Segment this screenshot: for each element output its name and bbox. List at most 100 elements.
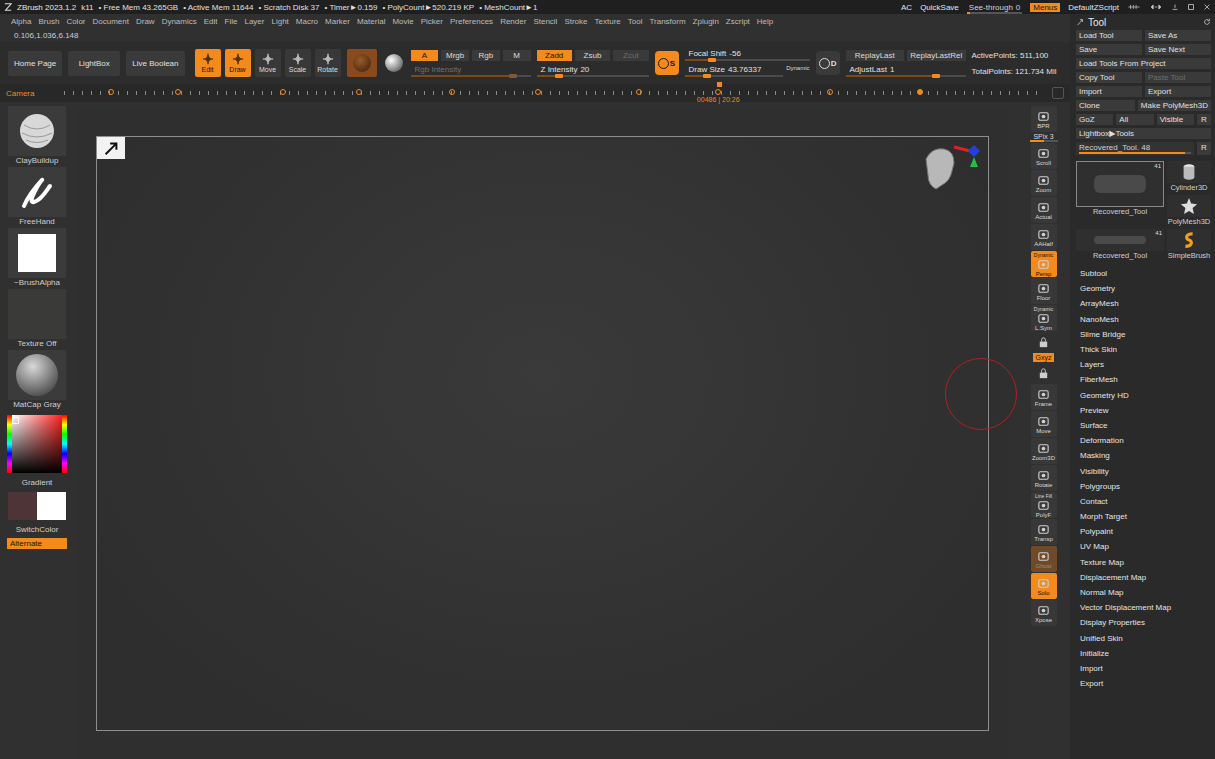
tool-menu-item[interactable]: Vector Displacement Map (1080, 600, 1211, 615)
nav-button[interactable]: Live Boolean (126, 51, 184, 76)
menu-item[interactable]: Brush (38, 17, 59, 26)
tool-menu-item[interactable]: Layers (1080, 357, 1211, 372)
slider[interactable]: Z Intensity20 (537, 65, 649, 77)
tool-button[interactable]: Lightbox▶Tools (1076, 128, 1211, 139)
shelf-button[interactable]: Zoom (1031, 170, 1057, 196)
tool-thumbnail[interactable]: Cylinder3D (1167, 161, 1211, 192)
keyframe[interactable] (175, 89, 181, 95)
keyframe[interactable] (827, 89, 833, 95)
tool-menu-item[interactable]: NanoMesh (1080, 312, 1211, 327)
menu-item[interactable]: Layer (244, 17, 264, 26)
tool-pin-icon[interactable] (1076, 18, 1084, 26)
menu-item[interactable]: Tool (628, 17, 643, 26)
alternate-toggle[interactable]: Alternate (7, 538, 67, 549)
color-swatch[interactable] (37, 492, 66, 520)
z-mode[interactable]: Zsub (575, 50, 610, 61)
sphere-icon[interactable] (383, 49, 405, 77)
alpha-button[interactable]: ~BrushAlpha (8, 228, 66, 287)
tool-button[interactable]: Load Tools From Project (1076, 58, 1211, 69)
tool-menu-item[interactable]: Visibility (1080, 463, 1211, 478)
stroke-button[interactable]: FreeHand (8, 167, 66, 226)
keyframe[interactable] (449, 89, 455, 95)
tool-thumbnail[interactable]: 41 Recovered_Tool (1076, 229, 1164, 260)
color-mode[interactable]: A (411, 50, 439, 61)
nav-button[interactable]: LightBox (68, 51, 120, 76)
z-mode[interactable]: Zcut (613, 50, 648, 61)
material-swatch[interactable] (347, 49, 377, 77)
menu-item[interactable]: Zplugin (693, 17, 719, 26)
keyframe[interactable] (356, 89, 362, 95)
tool-menu-item[interactable]: Slime Bridge (1080, 327, 1211, 342)
shelf-button[interactable]: Xpose (1031, 600, 1057, 626)
shelf-button[interactable]: Floor (1031, 278, 1057, 304)
keyframe[interactable] (280, 89, 286, 95)
tool-button[interactable]: Load Tool (1076, 30, 1142, 41)
timeline-end[interactable] (1052, 87, 1064, 99)
shelf-button[interactable]: Dynamic Persp (1031, 251, 1057, 277)
tool-menu-item[interactable]: Preview (1080, 403, 1211, 418)
tool-menu-item[interactable]: Morph Target (1080, 509, 1211, 524)
canvas[interactable] (96, 136, 989, 731)
tool-thumbnail[interactable]: PolyMesh3D (1167, 195, 1211, 226)
navigation-head-icon[interactable] (914, 141, 984, 201)
tool-menu-item[interactable]: Geometry (1080, 281, 1211, 296)
transform-button[interactable]: Edit (195, 49, 221, 77)
shelf-button[interactable]: Rotate (1031, 465, 1057, 491)
layout-icon[interactable] (1127, 3, 1141, 11)
tool-menu-item[interactable]: Export (1080, 676, 1211, 691)
timeline-cursor[interactable]: 00486 | 20:26 (717, 82, 722, 87)
tool-button[interactable]: Save (1076, 44, 1142, 55)
keyframe[interactable] (108, 89, 114, 95)
shelf-button[interactable]: AAHalf (1031, 224, 1057, 250)
tool-menu-item[interactable]: Display Properties (1080, 615, 1211, 630)
shelf-button[interactable]: Line Fill PolyF (1031, 492, 1057, 518)
shelf-button[interactable]: Solo (1031, 573, 1057, 599)
tool-menu-item[interactable]: Polypaint (1080, 524, 1211, 539)
spix-slider[interactable]: SPix 3 (1030, 133, 1058, 142)
menu-item[interactable]: Document (93, 17, 129, 26)
menu-item[interactable]: Texture (595, 17, 621, 26)
menu-item[interactable]: Macro (296, 17, 318, 26)
tool-menu-item[interactable]: Surface (1080, 418, 1211, 433)
color-mode[interactable]: M (503, 50, 531, 61)
menu-item[interactable]: Edit (204, 17, 218, 26)
keyframe[interactable] (715, 89, 721, 95)
menu-item[interactable]: Dynamics (162, 17, 197, 26)
dynamic-toggle[interactable]: Dynamic (786, 65, 809, 71)
color-mode[interactable]: Mrgb (441, 50, 469, 61)
tool-button[interactable]: Paste Tool (1145, 72, 1211, 83)
menu-item[interactable]: File (225, 17, 238, 26)
slider[interactable]: Rgb Intensity (411, 65, 531, 77)
slider[interactable]: Focal Shift-56 (685, 49, 810, 61)
menu-item[interactable]: Material (357, 17, 385, 26)
tool-menu-item[interactable]: Unified Skin (1080, 631, 1211, 646)
dynamic-draw-toggle[interactable]: D (816, 51, 840, 75)
z-mode[interactable]: Zadd (537, 50, 572, 61)
keyframe[interactable] (917, 89, 923, 95)
tool-button[interactable]: Make PolyMesh3D (1138, 100, 1211, 111)
timeline-track[interactable]: 00486 | 20:26 (64, 89, 1040, 97)
shelf-button[interactable]: Move (1031, 411, 1057, 437)
tool-button[interactable]: Save As (1145, 30, 1211, 41)
menu-item[interactable]: Movie (392, 17, 413, 26)
tool-menu-item[interactable]: Normal Map (1080, 585, 1211, 600)
tool-thumbnail[interactable]: SimpleBrush (1167, 229, 1211, 260)
tool-button[interactable]: Visible (1157, 114, 1194, 125)
tool-button[interactable]: Clone (1076, 100, 1135, 111)
texture-button[interactable]: Texture Off (8, 289, 66, 348)
tool-menu-item[interactable]: UV Map (1080, 539, 1211, 554)
restore-icon[interactable] (1187, 3, 1195, 11)
transform-button[interactable]: Scale (285, 49, 311, 77)
menu-item[interactable]: Marker (325, 17, 350, 26)
viewport[interactable] (74, 106, 1015, 759)
tool-button[interactable]: GoZ (1076, 114, 1113, 125)
shelf-button[interactable]: Transp (1031, 519, 1057, 545)
menu-item[interactable]: Color (66, 17, 85, 26)
tool-menu-item[interactable]: ArrayMesh (1080, 296, 1211, 311)
menu-item[interactable]: Help (757, 17, 773, 26)
tool-menu-item[interactable]: Deformation (1080, 433, 1211, 448)
transform-button[interactable]: Rotate (315, 49, 341, 77)
tool-button[interactable]: Export (1145, 86, 1211, 97)
menu-item[interactable]: Alpha (11, 17, 31, 26)
tool-button[interactable]: R (1197, 142, 1211, 155)
